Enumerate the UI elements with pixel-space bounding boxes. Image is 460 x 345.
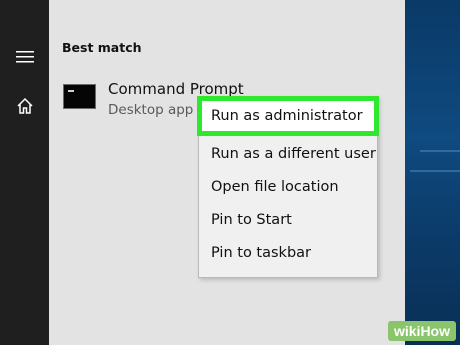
menu-item-run-as-different-user[interactable]: Run as a different user <box>199 139 377 169</box>
home-button[interactable] <box>0 86 49 126</box>
menu-item-open-file-location[interactable]: Open file location <box>199 172 377 202</box>
hamburger-menu-button[interactable] <box>0 37 49 77</box>
best-match-heading: Best match <box>62 40 142 55</box>
result-subtitle: Desktop app <box>108 102 194 118</box>
command-prompt-icon <box>63 84 96 109</box>
menu-item-pin-to-taskbar[interactable]: Pin to taskbar <box>199 238 377 268</box>
menu-item-pin-to-start[interactable]: Pin to Start <box>199 205 377 235</box>
cursor-prompt-mark <box>68 90 74 92</box>
desktop-light-streak <box>410 170 460 172</box>
context-menu: Run as administrator Run as a different … <box>197 96 379 278</box>
start-left-rail <box>0 0 49 345</box>
menu-item-run-as-administrator[interactable]: Run as administrator <box>197 96 379 136</box>
home-icon <box>16 97 33 114</box>
desktop-light-streak <box>420 150 460 152</box>
hamburger-icon <box>15 51 34 63</box>
wikihow-watermark: wikiHow <box>387 321 456 341</box>
